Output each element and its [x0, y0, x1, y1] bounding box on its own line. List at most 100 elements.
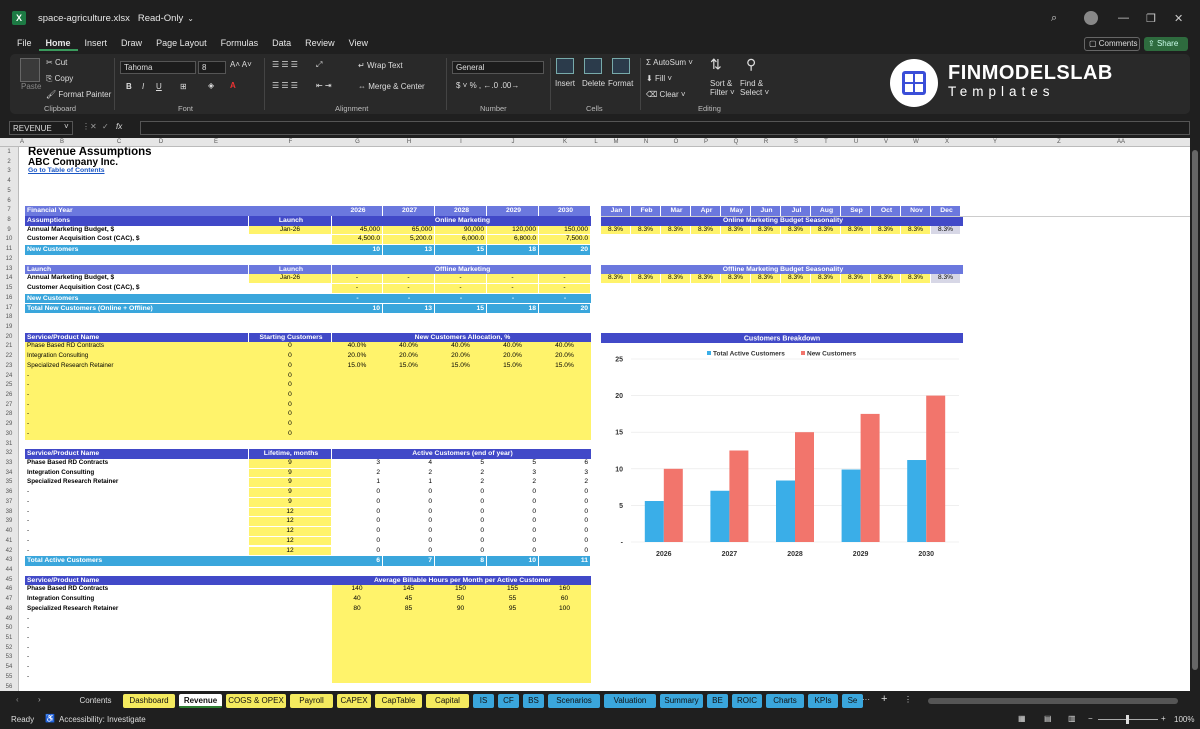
delete-cells-button[interactable]: Delete — [582, 79, 605, 88]
lifetime-input[interactable]: 9 — [249, 497, 331, 507]
budget-input[interactable]: 120,000 — [487, 225, 538, 235]
total-active-value[interactable]: 8 — [435, 556, 486, 566]
autosum-button[interactable]: Σ AutoSum ˅ — [646, 58, 693, 67]
row-label[interactable]: Customer Acquisition Cost (CAC), $ — [27, 235, 247, 244]
row-header[interactable]: 31 — [0, 440, 18, 450]
number-format-select[interactable]: General — [452, 61, 544, 74]
starting-customers-input[interactable]: 0 — [249, 410, 331, 419]
copy-button[interactable]: ⎘ Copy — [46, 74, 73, 84]
lifetime-input[interactable]: 12 — [249, 527, 331, 536]
underline-icon[interactable]: U — [156, 82, 162, 91]
column-header[interactable]: O — [661, 139, 691, 145]
active-customers-value[interactable]: 5 — [435, 459, 486, 468]
allocation-input[interactable]: 40.0% — [332, 342, 382, 351]
cac-input[interactable]: 6,800.0 — [487, 235, 538, 245]
wrap-text-button[interactable]: ↵ Wrap Text — [358, 61, 403, 70]
minimize-icon[interactable]: — — [1118, 12, 1129, 24]
cac-input[interactable]: - — [332, 284, 382, 293]
sheet-tab-se[interactable]: Se — [842, 694, 863, 708]
month-header[interactable]: Oct — [871, 206, 900, 216]
service-name[interactable]: - — [27, 527, 247, 536]
active-customers-value[interactable]: 0 — [539, 547, 590, 556]
active-customers-value[interactable]: 0 — [332, 537, 382, 546]
seasonality-input[interactable]: 8.3% — [661, 274, 690, 284]
cut-button[interactable]: ✂ Cut — [46, 58, 67, 67]
active-customers-value[interactable]: 0 — [332, 547, 382, 556]
row-label[interactable]: Annual Marketing Budget, $ — [27, 274, 247, 283]
format-cells-icon[interactable] — [612, 58, 630, 74]
budget-input[interactable]: - — [383, 274, 434, 284]
seasonality-input[interactable]: 8.3% — [631, 274, 660, 284]
column-header[interactable]: F — [249, 139, 332, 145]
prev-sheet-icon[interactable]: ‹ — [16, 695, 19, 704]
column-header[interactable]: N — [631, 139, 661, 145]
sheet-tab-payroll[interactable]: Payroll — [290, 694, 333, 708]
active-customers-value[interactable]: 0 — [487, 527, 538, 536]
active-customers-value[interactable]: 0 — [487, 537, 538, 546]
month-header[interactable]: Jul — [781, 206, 810, 216]
service-name[interactable]: - — [27, 488, 247, 497]
active-customers-value[interactable]: 0 — [383, 547, 434, 556]
service-name[interactable]: - — [27, 410, 247, 419]
hours-input[interactable]: 60 — [539, 595, 590, 604]
zoom-level[interactable]: 100% — [1174, 715, 1194, 724]
page-break-icon[interactable]: ▥ — [1068, 714, 1076, 723]
year-header[interactable]: 2030 — [539, 206, 590, 216]
column-header[interactable]: P — [691, 139, 721, 145]
merge-center-button[interactable]: ⇔ Merge & Center — [358, 82, 425, 91]
active-customers-value[interactable]: 0 — [539, 498, 590, 507]
format-cells-button[interactable]: Format — [608, 79, 633, 88]
column-header[interactable]: V — [871, 139, 901, 145]
month-header[interactable]: Feb — [631, 206, 660, 216]
column-header[interactable]: Q — [721, 139, 751, 145]
month-header[interactable]: Sep — [841, 206, 870, 216]
row-header[interactable]: 17 — [0, 304, 18, 314]
row-header[interactable]: 16 — [0, 294, 18, 304]
new-customers-value[interactable]: - — [393, 293, 425, 304]
total-active-value[interactable]: 11 — [539, 556, 590, 566]
starting-customers-input[interactable]: 0 — [249, 430, 331, 439]
font-size-select[interactable]: 8 — [198, 61, 226, 74]
hours-input[interactable]: 50 — [435, 595, 486, 604]
column-header[interactable]: S — [781, 139, 811, 145]
next-sheet-icon[interactable]: › — [38, 695, 41, 704]
active-customers-value[interactable]: 0 — [435, 488, 486, 497]
column-header[interactable]: L — [591, 139, 601, 145]
row-header[interactable]: 38 — [0, 508, 18, 518]
cancel-icon[interactable]: ✕ — [90, 122, 97, 131]
grow-font-icon[interactable]: A˄ A˅ — [230, 60, 252, 69]
service-name[interactable]: - — [27, 401, 247, 410]
cac-input[interactable]: - — [487, 284, 538, 293]
hours-input[interactable]: 160 — [539, 585, 590, 594]
service-name[interactable]: - — [27, 498, 247, 507]
row-header[interactable]: 13 — [0, 265, 18, 275]
active-customers-value[interactable]: 4 — [383, 459, 434, 468]
allocation-input[interactable]: 40.0% — [487, 342, 538, 351]
lifetime-header[interactable]: Lifetime, months — [249, 449, 331, 459]
row-header[interactable]: 44 — [0, 566, 18, 576]
row-header[interactable]: 8 — [0, 216, 18, 226]
seasonality-input[interactable]: 8.3% — [811, 274, 840, 284]
row-header[interactable]: 46 — [0, 585, 18, 595]
total-new-customers-row[interactable]: Total New Customers (Online + Offline) — [25, 303, 332, 314]
active-customers-value[interactable]: 1 — [383, 478, 434, 487]
financial-year-header[interactable]: Financial Year — [25, 206, 332, 216]
italic-icon[interactable]: I — [142, 82, 144, 91]
row-header[interactable]: 56 — [0, 683, 18, 691]
lifetime-input[interactable]: 9 — [249, 488, 331, 497]
budget-input[interactable]: - — [539, 274, 590, 284]
service-name[interactable]: - — [27, 381, 247, 390]
service-name[interactable]: - — [27, 653, 247, 662]
row-header[interactable]: 26 — [0, 391, 18, 401]
seasonality-input[interactable]: 8.3% — [871, 274, 900, 284]
add-sheet-icon[interactable]: + — [881, 693, 887, 705]
starting-customers-input[interactable]: 0 — [249, 352, 331, 361]
active-customers-value[interactable]: 0 — [487, 517, 538, 526]
service-name[interactable]: - — [27, 663, 247, 672]
new-customers-value[interactable]: - — [549, 293, 581, 304]
seasonality-input[interactable]: 8.3% — [931, 274, 960, 284]
row-header[interactable]: 52 — [0, 644, 18, 654]
seasonality-input[interactable]: 8.3% — [901, 274, 930, 284]
budget-input[interactable]: 90,000 — [435, 225, 486, 235]
insert-cells-icon[interactable] — [556, 58, 574, 74]
